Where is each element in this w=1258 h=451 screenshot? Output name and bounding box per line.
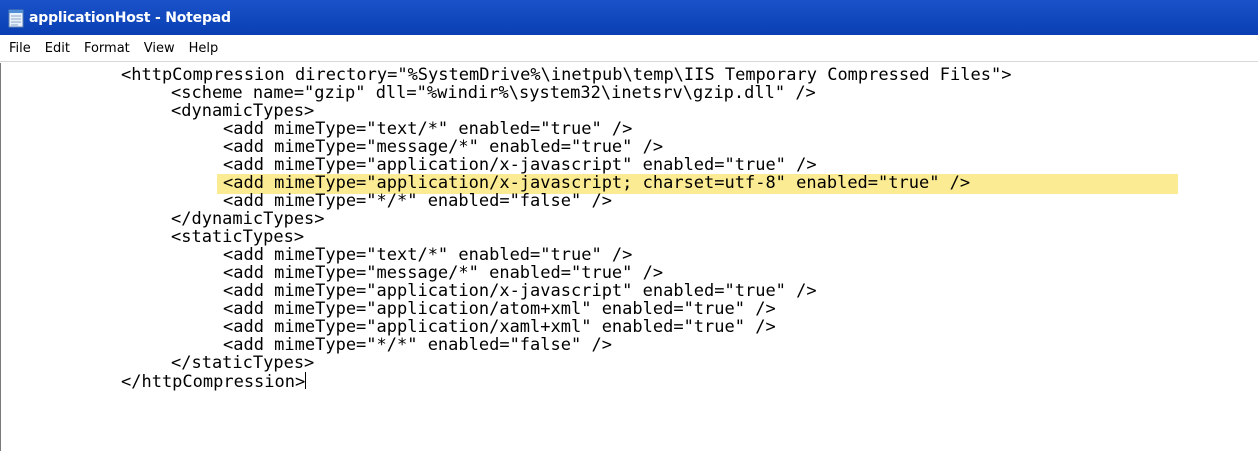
window-title: applicationHost - Notepad [29,9,231,26]
text-line: <add mimeType="application/atom+xml" ena… [223,299,776,319]
highlighted-text-line: <add mimeType="application/x-javascript;… [1,174,1258,194]
menu-view[interactable]: View [137,41,182,56]
text-line: <add mimeType="application/xaml+xml" ena… [223,317,776,337]
text-line: <add mimeType="*/*" enabled="false" /> [223,191,612,211]
text-line: <add mimeType="message/*" enabled="true"… [223,137,664,157]
text-line: </httpCompression> [121,372,307,392]
menu-help[interactable]: Help [182,41,226,56]
text-line: </dynamicTypes> [171,209,325,229]
text-editor[interactable]: <httpCompression directory="%SystemDrive… [0,63,1258,451]
text-line: <dynamicTypes> [171,101,315,121]
menu-bar: File Edit Format View Help [0,35,1258,62]
text-line: <add mimeType="message/*" enabled="true"… [223,263,664,283]
text-caret [305,372,307,389]
menu-file[interactable]: File [2,41,38,56]
text-line: <add mimeType="application/x-javascript"… [223,155,817,175]
title-bar[interactable]: applicationHost - Notepad [0,0,1258,35]
text-line: <add mimeType="*/*" enabled="false" /> [223,335,612,355]
text-line: <add mimeType="application/x-javascript"… [223,281,817,301]
text-line: <staticTypes> [171,227,305,247]
text-line: <add mimeType="text/*" enabled="true" /> [223,119,633,139]
text-line: </staticTypes> [171,353,315,373]
text-line: <add mimeType="text/*" enabled="true" /> [223,245,633,265]
notepad-window: applicationHost - Notepad File Edit Form… [0,0,1258,451]
text-line: <httpCompression directory="%SystemDrive… [121,65,1012,85]
menu-format[interactable]: Format [77,41,137,56]
notepad-icon [6,7,26,29]
text-line: <scheme name="gzip" dll="%windir%\system… [171,83,816,103]
menu-edit[interactable]: Edit [38,41,77,56]
